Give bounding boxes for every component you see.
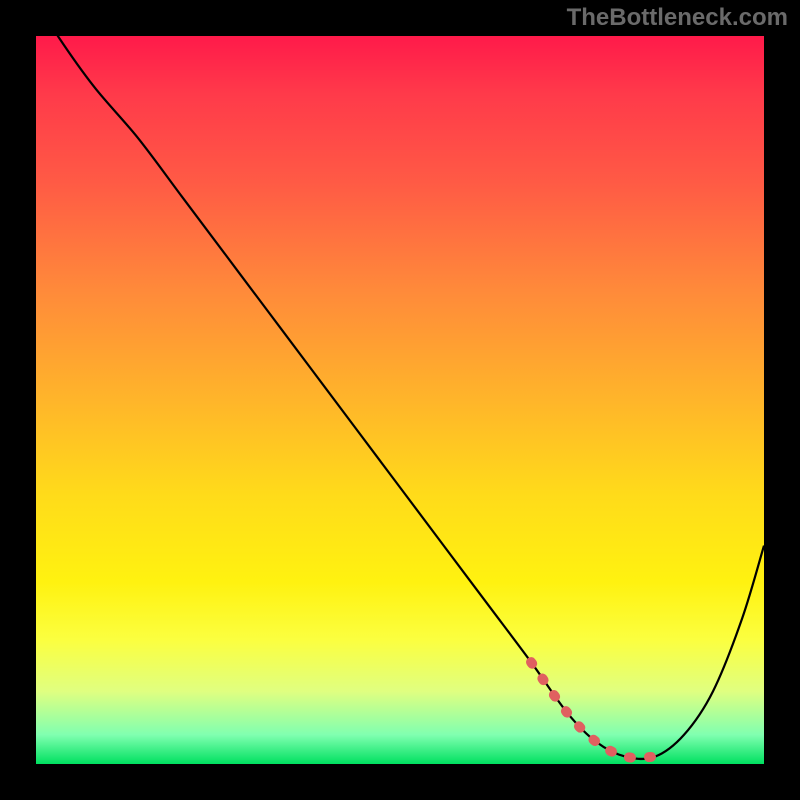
watermark-text: TheBottleneck.com bbox=[567, 4, 788, 32]
chart-plot-area bbox=[36, 36, 764, 764]
optimal-range-marker bbox=[531, 662, 655, 758]
chart-svg bbox=[36, 36, 764, 764]
bottleneck-curve-line bbox=[36, 36, 764, 759]
